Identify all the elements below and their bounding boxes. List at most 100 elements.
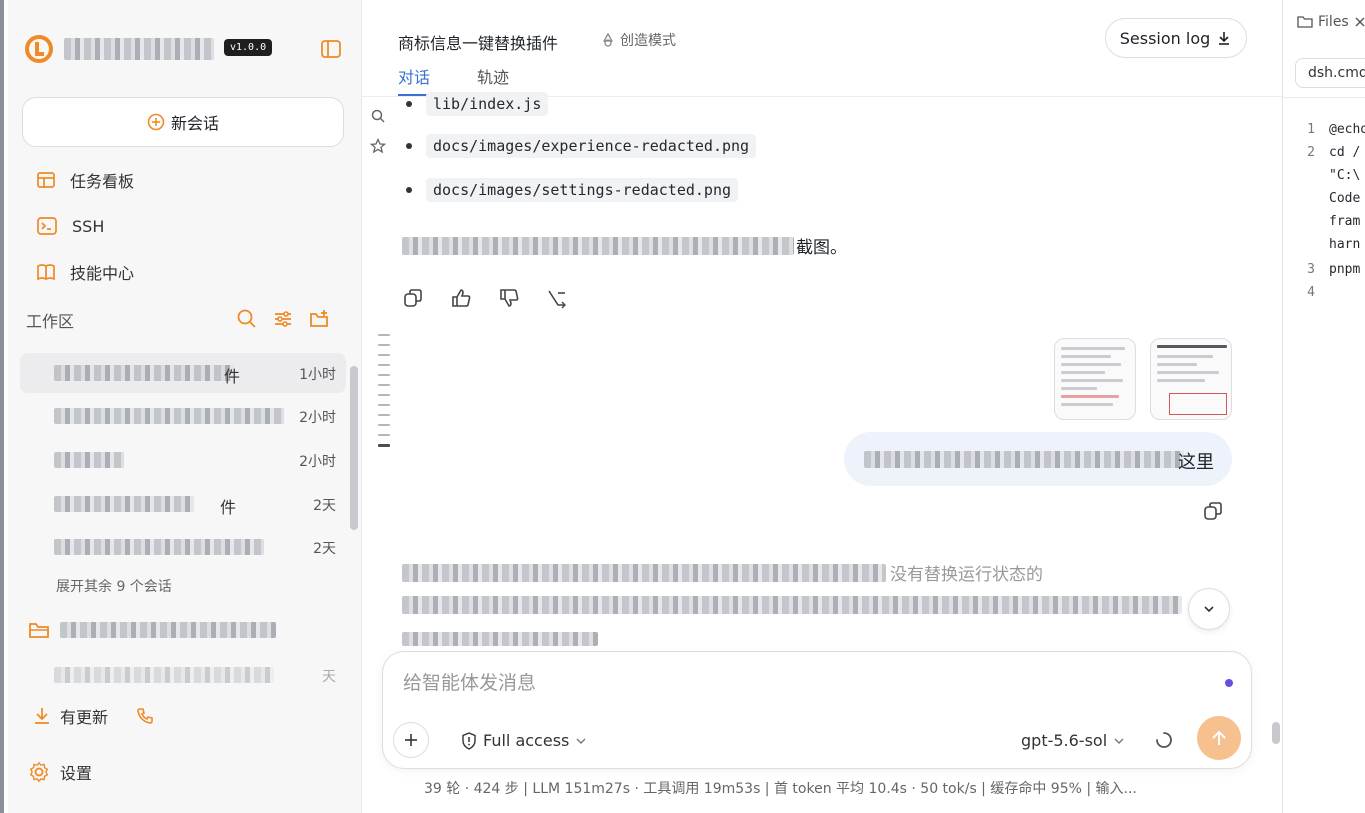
- status-dot: [1225, 679, 1233, 687]
- conversation-time: 2小时: [299, 454, 336, 470]
- code-line: 1 @echo: [1307, 122, 1365, 137]
- session-stats: 39 轮 · 424 步 | LLM 151m27s · 工具调用 19m53s…: [424, 781, 1137, 797]
- workspace-title: 工作区: [26, 312, 75, 331]
- mode-label: 创造模式: [620, 33, 676, 49]
- new-chat-label: 新会话: [170, 114, 219, 133]
- open-files-bar: dsh.cmd: [1283, 48, 1365, 98]
- files-panel: Files dsh.cmd 1 @echo 2 cd / "C:\ Code fra…: [1282, 0, 1365, 813]
- conversation-item[interactable]: 2小时: [20, 396, 346, 436]
- image-thumbnail[interactable]: [1054, 338, 1136, 420]
- conversation-item[interactable]: 件 1小时: [20, 353, 346, 393]
- code-line: 4: [1307, 285, 1315, 300]
- search-icon[interactable]: [370, 108, 386, 124]
- conversation-item[interactable]: 天: [20, 655, 346, 695]
- sidebar: v1.0.0 新会话 任务看板 SSH 技能中心 工作区 件 1小时 2小时 2…: [8, 0, 362, 813]
- files-tab-label: Files: [1318, 14, 1349, 30]
- bullet-dot: [406, 187, 412, 193]
- download-icon: [1219, 32, 1230, 45]
- model-label: gpt-5.6-sol: [1021, 731, 1108, 750]
- code-line: "C:\: [1329, 168, 1361, 183]
- nav-ssh[interactable]: SSH: [36, 211, 104, 241]
- tab-conversation[interactable]: 对话: [398, 64, 430, 88]
- code-line: 3 pnpm: [1307, 262, 1361, 277]
- nav-label: 技能中心: [70, 264, 135, 283]
- sidebar-scrollbar[interactable]: [350, 366, 358, 530]
- settings-label: 设置: [60, 764, 93, 783]
- user-text-redacted: [864, 451, 1184, 468]
- code-line: fram: [1329, 214, 1361, 229]
- attach-button[interactable]: [393, 722, 429, 758]
- update-label: 有更新: [60, 708, 109, 727]
- plus-circle-icon: [147, 113, 165, 131]
- app-name-redacted: [64, 38, 214, 60]
- chat-main: 商标信息一键替换插件 创造模式 对话 轨迹 Session log lib/in…: [362, 0, 1282, 813]
- new-chat-button[interactable]: 新会话: [22, 97, 344, 147]
- model-selector[interactable]: gpt-5.6-sol: [1021, 731, 1125, 750]
- search-icon[interactable]: [236, 308, 258, 330]
- loading-spinner-icon: [1156, 732, 1172, 748]
- scroll-to-bottom-button[interactable]: [1188, 588, 1230, 630]
- chat-scrollbar[interactable]: [1272, 722, 1280, 744]
- chat-header: 商标信息一键替换插件 创造模式 对话 轨迹 Session log: [362, 0, 1282, 97]
- settings-button[interactable]: 设置: [28, 760, 92, 784]
- conversation-title-redacted: [54, 667, 274, 683]
- book-icon: [37, 264, 55, 281]
- star-icon[interactable]: [370, 138, 386, 154]
- code-line: 2 cd /: [1307, 145, 1361, 160]
- files-tab[interactable]: Files: [1297, 14, 1365, 30]
- close-icon[interactable]: [1354, 16, 1365, 28]
- conversation-time: 2天: [313, 541, 336, 557]
- session-log-button[interactable]: Session log: [1105, 18, 1247, 58]
- gear-icon: [29, 761, 49, 783]
- workspace-folder[interactable]: [28, 620, 276, 640]
- folder-icon: [1297, 16, 1313, 28]
- chevron-down-icon: [576, 738, 586, 744]
- filter-icon[interactable]: [272, 308, 294, 330]
- shield-icon: [462, 731, 476, 750]
- branch-icon[interactable]: [546, 287, 568, 309]
- code-line: harn: [1329, 237, 1361, 252]
- update-available[interactable]: 有更新: [32, 704, 154, 728]
- mode-indicator[interactable]: 创造模式: [600, 30, 676, 50]
- tab-trajectory[interactable]: 轨迹: [477, 64, 509, 88]
- nav-label: SSH: [72, 216, 105, 236]
- reply-text-redacted: [402, 596, 1182, 614]
- conversation-item[interactable]: 2天: [20, 527, 346, 567]
- folder-name-redacted: [60, 622, 276, 638]
- bullet-dot: [406, 101, 412, 107]
- conversation-item[interactable]: 件 2天: [20, 484, 346, 524]
- expand-conversations-link[interactable]: 展开其余 9 个会话: [56, 576, 172, 596]
- image-thumbnail[interactable]: [1150, 338, 1232, 420]
- arrow-up-icon: [1212, 730, 1226, 745]
- list-item: docs/images/settings-redacted.png: [406, 178, 739, 202]
- message-input[interactable]: [403, 672, 1203, 694]
- file-tab-dsh-cmd[interactable]: dsh.cmd: [1295, 58, 1365, 88]
- kanban-icon: [37, 172, 55, 188]
- phone-icon[interactable]: [136, 707, 154, 725]
- conversation-title-tail: 件: [224, 367, 241, 386]
- thumbs-up-icon[interactable]: [450, 287, 472, 309]
- new-folder-icon[interactable]: [308, 308, 330, 330]
- nav-skills[interactable]: 技能中心: [36, 257, 134, 287]
- conversation-time: 2天: [313, 498, 336, 514]
- access-label: Full access: [483, 731, 570, 750]
- conversation-title-tail: 件: [220, 498, 237, 517]
- file-path-chip: docs/images/experience-redacted.png: [426, 134, 757, 158]
- nav-task-board[interactable]: 任务看板: [36, 165, 134, 195]
- access-selector[interactable]: Full access: [461, 731, 587, 750]
- send-button[interactable]: [1197, 716, 1241, 760]
- sidebar-toggle-icon[interactable]: [320, 38, 342, 60]
- user-text-tail: 这里: [1178, 452, 1214, 473]
- reply-text-redacted: [402, 632, 598, 646]
- conversation-title-redacted: [54, 452, 124, 468]
- conversation-title-redacted: [54, 408, 284, 424]
- copy-icon[interactable]: [1202, 500, 1224, 522]
- message-tools: [370, 108, 386, 154]
- message-composer: Full access gpt-5.6-sol: [382, 651, 1252, 769]
- thumbs-down-icon[interactable]: [498, 287, 520, 309]
- workspace-actions: [236, 308, 330, 330]
- conversation-item[interactable]: 2小时: [20, 440, 346, 480]
- message-timeline[interactable]: [378, 334, 390, 455]
- message-reactions: [402, 287, 568, 309]
- copy-icon[interactable]: [402, 287, 424, 309]
